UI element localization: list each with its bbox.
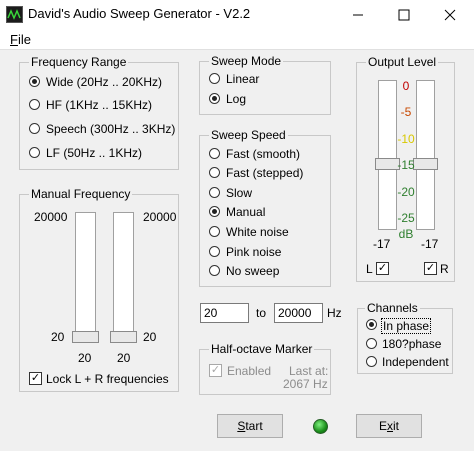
exit-button[interactable]: Exit [356,414,422,438]
db-unit-label: dB [398,227,414,241]
sweep-mode-group [199,61,331,115]
frequency-range-label: Frequency Range [29,55,129,69]
db-scale-label-15: -15 [397,158,415,172]
right-channel-label: R [440,262,449,276]
radio-button[interactable] [29,147,40,158]
radio-button[interactable] [29,123,40,134]
radio-button[interactable] [366,338,377,349]
radio-button[interactable] [209,148,220,159]
radio-button[interactable] [209,265,220,276]
sweep-speed-option-label: Manual [226,205,266,219]
radio-button[interactable] [209,187,220,198]
right-output-level-value: -17 [421,237,439,251]
radio-button[interactable] [366,319,377,330]
radio-dot [369,322,374,327]
right-output-level-slider-track[interactable] [416,80,435,230]
close-icon[interactable] [427,0,473,30]
half-octave-marker-label: Half-octave Marker [209,342,315,356]
right-frequency-slider-thumb[interactable] [110,331,137,343]
db-scale-label-0: 0 [402,79,410,93]
radio-dot [212,96,217,101]
exit-button-label: it [393,419,399,433]
left-frequency-slider-track[interactable] [75,212,96,342]
radio-button[interactable] [209,93,220,104]
sweep-speed-option-label: Fast (smooth) [226,147,301,161]
db-scale-label-20: -20 [397,185,415,199]
hz-unit-label: Hz [327,306,342,320]
freq-range-option-label: LF (50Hz .. 1KHz) [46,146,143,160]
freq-range-option-label: HF (1KHz .. 15KHz) [46,98,153,112]
waveform-icon[interactable] [6,6,23,23]
sweep-speed-option-label: White noise [226,225,289,239]
lock-lr-label: Lock L + R frequencies [46,372,169,386]
start-button-label: tart [245,419,263,433]
radio-button[interactable] [209,206,220,217]
to-frequency-input[interactable]: 20000 [274,303,323,323]
start-button[interactable]: Start [217,414,283,438]
sweep-speed-option-label: Slow [226,186,253,200]
right-frequency-slider-track[interactable] [113,212,134,342]
right-freq-min-label: 20 [143,330,157,344]
exit-button-prefix: E [378,419,387,433]
db-scale-label-25: -25 [397,211,415,225]
sweep-speed-label: Sweep Speed [209,128,288,142]
sweep-mode-label: Sweep Mode [209,54,284,68]
radio-dot [32,79,37,84]
right-freq-value: 20 [117,351,131,365]
left-freq-max-label: 20000 [34,210,68,224]
left-channel-checkbox[interactable]: ✓ [376,262,389,275]
radio-button[interactable] [209,226,220,237]
channels-option-label: Independent [382,355,449,369]
left-freq-value: 20 [78,351,92,365]
manual-frequency-label: Manual Frequency [29,187,133,201]
left-freq-min-label: 20 [51,330,65,344]
status-led-icon [313,419,328,434]
radio-button[interactable] [366,356,377,367]
half-octave-enabled-label: Enabled [227,364,272,378]
output-level-group [356,62,455,282]
radio-button[interactable] [209,73,220,84]
minimize-icon[interactable] [335,0,381,30]
freq-range-option-label: Wide (20Hz .. 20KHz) [46,75,163,89]
menu-file-label: ile [17,32,31,47]
sweep-mode-option-label: Log [226,92,247,106]
channels-option-label: In phase [381,318,432,334]
output-level-label: Output Level [366,55,439,69]
to-label: to [256,306,267,320]
title-bar: David's Audio Sweep Generator - V2.2 [0,0,474,30]
channels-option-label: 180?phase [382,337,442,351]
maximize-icon[interactable] [381,0,427,30]
radio-dot [212,209,217,214]
menu-file-mnemonic: F [10,32,18,47]
right-channel-checkbox[interactable]: ✓ [424,262,437,275]
radio-button[interactable] [209,246,220,257]
from-frequency-input[interactable]: 20 [200,303,249,323]
lock-lr-checkbox[interactable]: ✓ [29,372,42,385]
freq-range-option-label: Speech (300Hz .. 3KHz) [46,122,176,136]
radio-button[interactable] [209,167,220,178]
right-freq-max-label: 20000 [143,210,177,224]
half-octave-enabled-checkbox[interactable]: ✓ [209,364,222,377]
sweep-speed-option-label: No sweep [226,264,280,278]
db-scale-label-10: -10 [397,132,415,146]
left-frequency-slider-thumb[interactable] [72,331,99,343]
menu-bar: File [0,30,474,50]
sweep-mode-option-label: Linear [226,72,260,86]
last-at-value: 2067 Hz [283,377,328,391]
window-title: David's Audio Sweep Generator - V2.2 [28,6,251,21]
sweep-speed-option-label: Pink noise [226,245,282,259]
sweep-speed-option-label: Fast (stepped) [226,166,304,180]
left-output-level-slider-track[interactable] [378,80,397,230]
left-output-level-value: -17 [373,237,391,251]
left-channel-label: L [366,262,373,276]
radio-button[interactable] [29,76,40,87]
db-scale-label-5: -5 [400,105,412,119]
radio-button[interactable] [29,99,40,110]
menu-file[interactable]: File [10,32,31,47]
channels-label: Channels [365,301,420,315]
last-at-label: Last at: [289,364,329,378]
